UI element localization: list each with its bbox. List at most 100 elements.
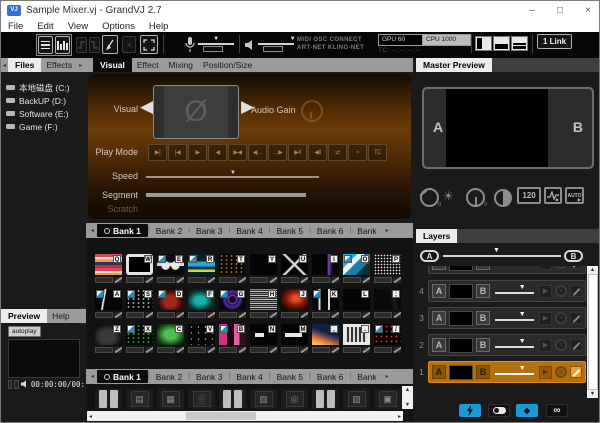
- bank-tab[interactable]: Bank: [351, 372, 382, 382]
- clip-cell[interactable]: V: [188, 324, 215, 353]
- bpm-display[interactable]: 120: [517, 187, 541, 204]
- clip-cell[interactable]: R: [188, 254, 215, 283]
- tab-mixing[interactable]: Mixing: [163, 60, 198, 70]
- crossfade-b-button[interactable]: B: [564, 250, 583, 262]
- fullscreen-button[interactable]: [140, 35, 158, 54]
- clip-cell[interactable]: Z: [95, 324, 122, 353]
- drive-item[interactable]: Game (F:): [6, 120, 70, 133]
- quantize-out-button[interactable]: [89, 37, 100, 53]
- clip-cell[interactable]: F: [188, 289, 215, 318]
- bank-tab[interactable]: Bank 3: [190, 372, 228, 382]
- clip-cell[interactable]: ;: [374, 289, 401, 318]
- scroll-right-icon[interactable]: ▸: [398, 413, 401, 420]
- menu-view[interactable]: View: [61, 21, 95, 32]
- layer-a-button[interactable]: A: [432, 365, 446, 379]
- layer-opacity-slider[interactable]: ▼: [493, 365, 536, 379]
- layer-eject-button[interactable]: ×: [555, 366, 567, 378]
- menu-edit[interactable]: Edit: [30, 21, 60, 32]
- audio-gain-knob[interactable]: [301, 100, 323, 122]
- bank-scroll-right-icon[interactable]: ▸: [383, 227, 392, 234]
- output-layout-1-button[interactable]: [475, 36, 492, 51]
- scroll-left-icon[interactable]: ◂: [89, 413, 92, 420]
- bank-tab[interactable]: Bank 2: [150, 372, 188, 382]
- clip-cell[interactable]: W: [126, 254, 153, 283]
- scrollbar-thumb[interactable]: [588, 274, 598, 390]
- play-mode-button[interactable]: ▶]: [148, 144, 167, 161]
- crossfade-a-button[interactable]: A: [420, 250, 439, 262]
- speed-slider[interactable]: [146, 176, 319, 178]
- brightness-icon[interactable]: ☀: [443, 189, 454, 203]
- effect-cell[interactable]: ▨: [250, 389, 277, 409]
- clip-cell[interactable]: U: [281, 254, 308, 283]
- clip-cell[interactable]: /: [374, 324, 401, 353]
- bank-tab[interactable]: Bank 5: [271, 372, 309, 382]
- scroll-up-icon[interactable]: ▲: [405, 387, 410, 393]
- clip-cell[interactable]: E: [157, 254, 184, 283]
- effect-horizontal-scrollbar[interactable]: ◂ ▸: [87, 411, 403, 421]
- clip-cell[interactable]: N: [250, 324, 277, 353]
- clip-cell[interactable]: A: [95, 289, 122, 318]
- layer-b-button[interactable]: B: [476, 311, 490, 325]
- bank-tab-active[interactable]: Bank 1: [97, 370, 148, 383]
- output-layout-3-button[interactable]: [511, 36, 528, 51]
- preview-stop-button[interactable]: [14, 380, 18, 389]
- play-mode-button[interactable]: …▶: [268, 144, 287, 161]
- tap-tempo-button[interactable]: ▶: [544, 187, 562, 204]
- play-mode-button[interactable]: ▶II: [288, 144, 307, 161]
- tab-help[interactable]: Help: [47, 311, 74, 321]
- menu-help[interactable]: Help: [142, 21, 176, 32]
- clip-cell[interactable]: ,: [312, 324, 339, 353]
- tab-scroll-left-icon[interactable]: ◂: [1, 62, 8, 69]
- effect-cell[interactable]: [312, 389, 339, 409]
- tab-effect[interactable]: Effect: [132, 60, 164, 70]
- audio-input-slider[interactable]: ▼: [198, 38, 234, 50]
- crossfader[interactable]: [443, 255, 561, 257]
- scroll-down-icon[interactable]: ▼: [590, 391, 595, 397]
- layer-a-button[interactable]: A: [432, 311, 446, 325]
- layer-opacity-slider[interactable]: ▼: [493, 338, 536, 352]
- layer-play-button[interactable]: ▶: [539, 285, 552, 298]
- current-visual-thumbnail[interactable]: Ø: [153, 85, 239, 139]
- keys-view-button[interactable]: [55, 36, 70, 54]
- menu-options[interactable]: Options: [95, 21, 142, 32]
- minimize-button[interactable]: –: [523, 4, 541, 18]
- clip-cell[interactable]: O: [343, 254, 370, 283]
- delete-button[interactable]: ×: [122, 36, 136, 53]
- tab-preview[interactable]: Preview: [1, 309, 47, 323]
- play-mode-button[interactable]: ≈: [348, 144, 367, 161]
- tab-position-size[interactable]: Position/Size: [198, 60, 257, 70]
- tab-scroll-right-icon[interactable]: ▸: [77, 62, 84, 69]
- layer-opacity-slider[interactable]: ▼: [493, 284, 536, 298]
- play-mode-button[interactable]: TC: [368, 144, 387, 161]
- layer-b-button[interactable]: B: [476, 338, 490, 352]
- close-button[interactable]: ×: [579, 4, 597, 18]
- maximize-button[interactable]: □: [551, 4, 569, 18]
- layer-edit-button[interactable]: [570, 366, 582, 378]
- clip-cell[interactable]: C: [157, 324, 184, 353]
- layer-eject-button[interactable]: ×: [555, 312, 567, 324]
- effect-cell[interactable]: ▦: [157, 389, 184, 409]
- auto-bpm-button[interactable]: AUTO ▶: [565, 187, 584, 204]
- layer-b-button[interactable]: B: [476, 365, 490, 379]
- menu-file[interactable]: File: [1, 21, 30, 32]
- toggle-mode-button[interactable]: [488, 404, 510, 417]
- clip-cell[interactable]: P: [374, 254, 401, 283]
- layer-opacity-slider[interactable]: ▼: [493, 311, 536, 325]
- effect-vertical-scrollbar[interactable]: ▲ ▼: [402, 386, 413, 409]
- play-mode-button[interactable]: ▶: [188, 144, 207, 161]
- autoplay-button[interactable]: autoplay: [8, 326, 41, 337]
- layer-eject-button[interactable]: ×: [555, 339, 567, 351]
- clear-button[interactable]: [102, 35, 118, 54]
- clip-cell[interactable]: X: [126, 324, 153, 353]
- layer-a-button[interactable]: A: [432, 338, 446, 352]
- play-mode-button[interactable]: ◀II: [308, 144, 327, 161]
- bank-tab[interactable]: Bank 6: [311, 226, 349, 236]
- layer-opacity-slider[interactable]: ▼: [493, 266, 536, 270]
- previous-visual-icon[interactable]: ◀: [140, 97, 153, 117]
- play-mode-button[interactable]: [◀: [168, 144, 187, 161]
- effect-cell[interactable]: ▣: [374, 389, 401, 409]
- flash-mode-button[interactable]: [459, 404, 481, 417]
- bank-tab[interactable]: Bank: [351, 226, 382, 236]
- output-layout-2-button[interactable]: [493, 36, 510, 51]
- audio-output-slider[interactable]: ▼: [258, 38, 294, 50]
